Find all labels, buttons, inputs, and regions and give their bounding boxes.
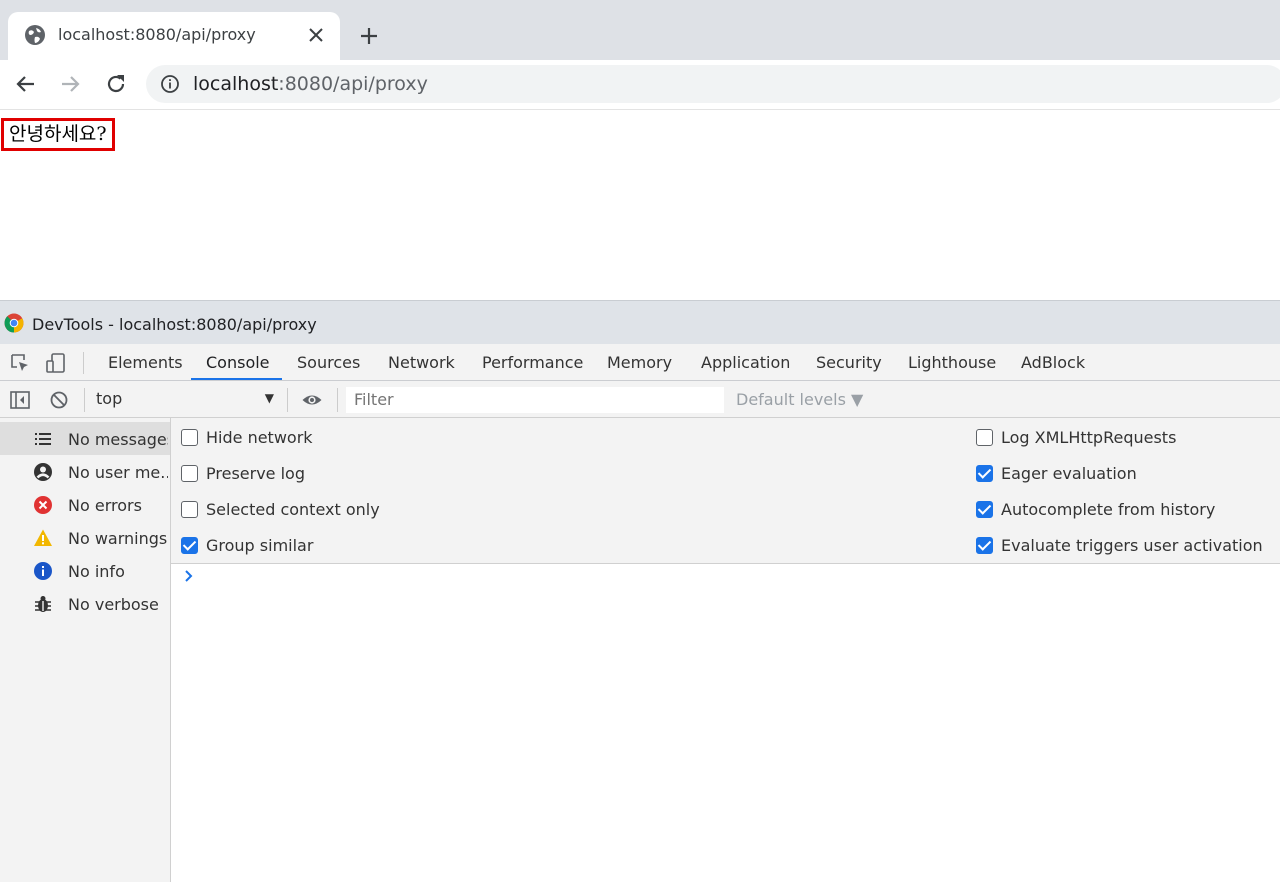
sidebar-item-warnings[interactable]: No warnings (0, 521, 170, 554)
sidebar-item-label: No verbose (68, 595, 159, 614)
preserve-log-option[interactable]: Preserve log (181, 461, 305, 485)
sidebar-item-user-messages[interactable]: No user me... (0, 455, 170, 488)
list-icon (35, 433, 51, 445)
console-sidebar: No messages No user me... No errors No w… (0, 418, 171, 882)
toolbar-divider (337, 388, 338, 412)
tab-lighthouse[interactable]: Lighthouse (908, 353, 996, 372)
hide-network-option[interactable]: Hide network (181, 425, 313, 449)
warning-icon (34, 529, 52, 546)
sidebar-item-label: No info (68, 562, 125, 581)
chrome-logo-icon (4, 313, 24, 333)
context-selector[interactable]: top ▼ (96, 389, 278, 411)
option-label: Group similar (206, 535, 314, 555)
tab-performance[interactable]: Performance (482, 353, 583, 372)
console-prompt-icon[interactable] (183, 566, 197, 586)
selected-context-checkbox[interactable] (181, 500, 198, 518)
address-bar[interactable]: localhost:8080/api/proxy (146, 65, 1280, 103)
selected-context-option[interactable]: Selected context only (181, 497, 380, 521)
toolbar-divider (83, 352, 84, 374)
tab-sources[interactable]: Sources (297, 353, 360, 372)
inspect-element-icon[interactable] (9, 352, 31, 374)
sidebar-item-verbose[interactable]: No verbose (0, 587, 170, 620)
browser-toolbar: localhost:8080/api/proxy (0, 60, 1280, 110)
url-text: localhost:8080/api/proxy (193, 73, 428, 95)
evaluate-triggers-checkbox[interactable] (976, 536, 993, 554)
sidebar-item-messages[interactable]: No messages (0, 422, 170, 455)
group-similar-checkbox[interactable] (181, 536, 198, 554)
option-label: Log XMLHttpRequests (1001, 427, 1177, 447)
eye-icon[interactable] (301, 389, 323, 411)
option-label: Autocomplete from history (1001, 499, 1216, 519)
device-toolbar-icon[interactable] (45, 352, 67, 374)
user-icon (34, 463, 52, 481)
tab-elements[interactable]: Elements (108, 353, 183, 372)
dropdown-caret-icon: ▼ (264, 391, 274, 405)
tab-title: localhost:8080/api/proxy (58, 25, 256, 44)
sidebar-item-label: No user me... (68, 463, 168, 482)
option-label: Hide network (206, 427, 313, 447)
console-toolbar: top ▼ Filter Default levels ▼ (0, 381, 1280, 418)
toolbar-divider (84, 388, 85, 412)
log-levels-dropdown[interactable]: Default levels ▼ (736, 390, 863, 409)
tab-security[interactable]: Security (816, 353, 882, 372)
evaluate-triggers-option[interactable]: Evaluate triggers user activation (976, 533, 1263, 557)
browser-tab[interactable]: localhost:8080/api/proxy (8, 12, 340, 60)
sidebar-item-label: No errors (68, 496, 142, 515)
tab-memory[interactable]: Memory (607, 353, 672, 372)
tab-adblock[interactable]: AdBlock (1021, 353, 1085, 372)
autocomplete-history-checkbox[interactable] (976, 500, 993, 518)
hide-network-checkbox[interactable] (181, 428, 198, 446)
url-host: localhost (193, 73, 279, 95)
eager-evaluation-option[interactable]: Eager evaluation (976, 461, 1137, 485)
context-value: top (96, 389, 123, 408)
tab-console[interactable]: Console (206, 353, 270, 372)
devtools-tabbar: Elements Console Sources Network Perform… (0, 344, 1280, 381)
sidebar-item-info[interactable]: No info (0, 554, 170, 587)
eager-evaluation-checkbox[interactable] (976, 464, 993, 482)
sidebar-item-label: No messages (68, 430, 168, 449)
devtools-titlebar: DevTools - localhost:8080/api/proxy (0, 301, 1280, 344)
devtools-window: DevTools - localhost:8080/api/proxy Elem… (0, 300, 1280, 882)
clear-console-icon[interactable] (48, 389, 70, 411)
preserve-log-checkbox[interactable] (181, 464, 198, 482)
sidebar-item-label: No warnings (68, 529, 168, 548)
toolbar-divider (287, 388, 288, 412)
tab-network[interactable]: Network (388, 353, 455, 372)
page-content: 안녕하세요? (0, 111, 1280, 300)
greeting-text: 안녕하세요? (1, 118, 115, 151)
tab-application[interactable]: Application (701, 353, 790, 372)
bug-icon (35, 596, 51, 612)
filter-input[interactable]: Filter (346, 387, 724, 413)
sidebar-item-errors[interactable]: No errors (0, 488, 170, 521)
plus-icon[interactable] (356, 23, 382, 49)
option-label: Evaluate triggers user activation (1001, 535, 1263, 555)
log-xhr-option[interactable]: Log XMLHttpRequests (976, 425, 1176, 449)
devtools-title: DevTools - localhost:8080/api/proxy (32, 315, 317, 334)
option-label: Eager evaluation (1001, 463, 1137, 483)
console-settings-pane: Hide network Preserve log Selected conte… (171, 418, 1280, 564)
active-tab-indicator (191, 378, 282, 380)
info-icon[interactable] (160, 74, 180, 94)
sidebar-toggle-icon[interactable] (9, 389, 31, 411)
back-arrow-icon[interactable] (13, 71, 39, 97)
error-icon (34, 496, 52, 514)
tab-strip: localhost:8080/api/proxy (0, 0, 1280, 60)
option-label: Selected context only (206, 499, 380, 519)
info-icon (34, 562, 52, 580)
reload-icon[interactable] (103, 71, 129, 97)
option-label: Preserve log (206, 463, 305, 483)
autocomplete-history-option[interactable]: Autocomplete from history (976, 497, 1215, 521)
group-similar-option[interactable]: Group similar (181, 533, 313, 557)
close-icon[interactable] (305, 24, 327, 46)
forward-arrow-icon[interactable] (57, 71, 83, 97)
log-xhr-checkbox[interactable] (976, 428, 993, 446)
globe-icon (25, 25, 45, 45)
url-path: :8080/api/proxy (278, 73, 428, 95)
